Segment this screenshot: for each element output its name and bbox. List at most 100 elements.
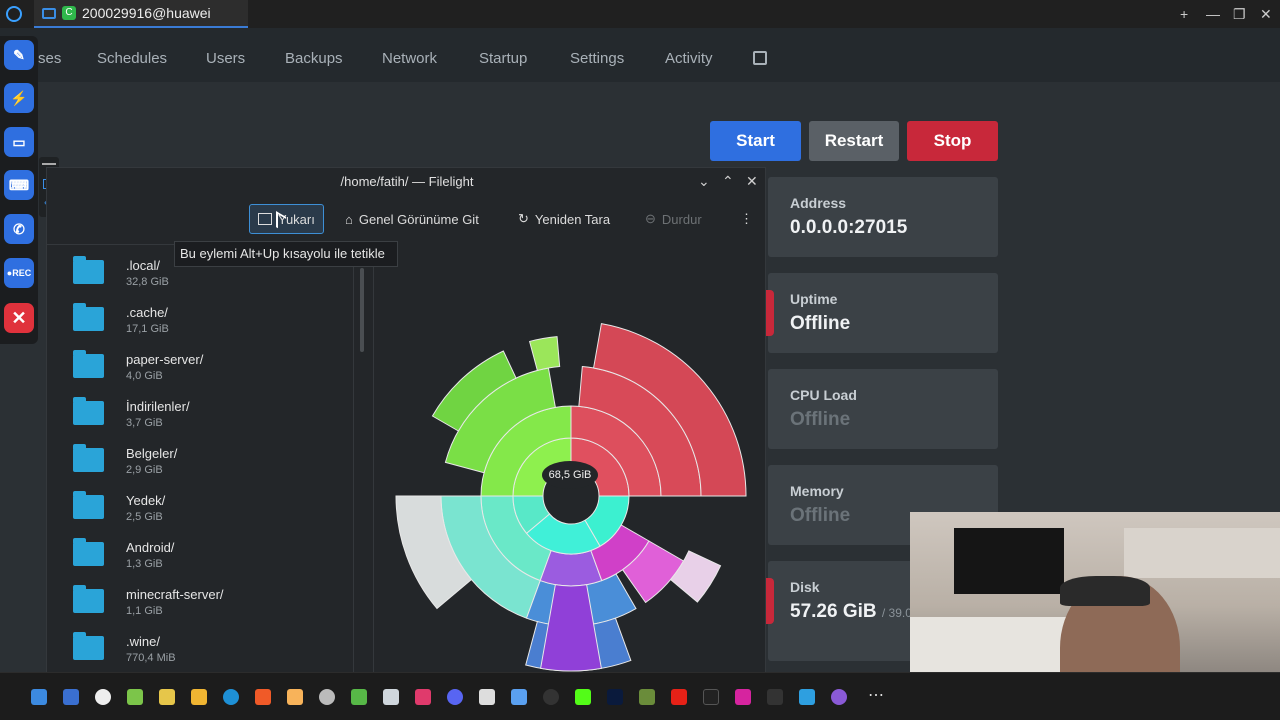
- memory-value: Offline: [790, 505, 851, 526]
- more-menu-icon[interactable]: ⋮: [732, 204, 761, 234]
- calculator-icon[interactable]: [159, 689, 175, 705]
- brave-icon[interactable]: [255, 689, 271, 705]
- file-explorer-icon[interactable]: [191, 689, 207, 705]
- close-window-icon[interactable]: ✕: [746, 173, 758, 190]
- lightning-icon[interactable]: ⚡: [4, 83, 34, 113]
- new-tab-button[interactable]: +: [1180, 6, 1188, 22]
- epic-games-icon[interactable]: [767, 689, 783, 705]
- app-icon-26[interactable]: [831, 689, 847, 705]
- folder-name: Yedek/: [126, 493, 166, 508]
- start-button[interactable]: Start: [710, 121, 801, 161]
- up-button[interactable]: Yukarı: [249, 204, 324, 234]
- stop-scan-label: Durdur: [661, 211, 702, 227]
- filelight-title: /home/fatih/ — Filelight: [340, 174, 474, 189]
- folder-size: 3,7 GiB: [126, 417, 163, 429]
- external-link-icon[interactable]: [753, 51, 767, 65]
- rescan-button[interactable]: ↻ Yeniden Tara: [510, 204, 618, 234]
- keyboard-icon[interactable]: ⌨: [4, 170, 34, 200]
- folder-row[interactable]: .wine/770,4 MiB: [46, 627, 353, 674]
- nav-item-network[interactable]: Network: [382, 50, 437, 67]
- window-tab[interactable]: C 200029916@huawei: [34, 0, 248, 28]
- folder-icon: [73, 632, 104, 660]
- app-icon-2[interactable]: [95, 689, 111, 705]
- refresh-icon: C: [62, 6, 76, 20]
- drag-handle-icon[interactable]: [42, 163, 56, 165]
- overview-button-label: Genel Görünüme Git: [358, 211, 479, 227]
- overview-button[interactable]: ⌂ Genel Görünüme Git: [337, 204, 487, 234]
- folder-name: .local/: [126, 258, 160, 273]
- remote-app-icon[interactable]: [799, 689, 815, 705]
- folder-size: 32,8 GiB: [126, 276, 169, 288]
- app-icon-10[interactable]: [319, 689, 335, 705]
- folder-size: 770,4 MiB: [126, 652, 176, 664]
- sunburst-segment[interactable]: [528, 336, 561, 372]
- disk-label: Disk: [790, 579, 820, 595]
- webcam-cap: [1060, 576, 1150, 606]
- folder-size: 2,5 GiB: [126, 511, 163, 523]
- more-apps-icon[interactable]: ⋯: [868, 685, 884, 705]
- kick-icon[interactable]: [575, 689, 591, 705]
- taskbar: ⋯: [0, 672, 1280, 720]
- nav-item-backups[interactable]: Backups: [285, 50, 343, 67]
- refresh-icon: ↻: [518, 211, 529, 226]
- cpu-card: CPU Load Offline: [768, 369, 998, 449]
- disk-total: / 39.0: [881, 606, 912, 620]
- restart-button[interactable]: Restart: [809, 121, 899, 161]
- app-icon-9[interactable]: [287, 689, 303, 705]
- folder-size: 1,1 GiB: [126, 605, 163, 617]
- photoshop-icon[interactable]: [607, 689, 623, 705]
- app-icon-15[interactable]: [479, 689, 495, 705]
- nav-item-startup[interactable]: Startup: [479, 50, 527, 67]
- folder-row[interactable]: paper-server/4,0 GiB: [46, 345, 353, 392]
- list-scrollbar[interactable]: [360, 268, 364, 352]
- folder-row[interactable]: Yedek/2,5 GiB: [46, 486, 353, 533]
- folder-up-icon: [258, 213, 272, 225]
- folder-row[interactable]: Android/1,3 GiB: [46, 533, 353, 580]
- edge-icon[interactable]: [223, 689, 239, 705]
- chat-icon[interactable]: ✆: [4, 214, 34, 244]
- app-icon[interactable]: [6, 6, 22, 22]
- folder-icon: [73, 444, 104, 472]
- minecraft-icon[interactable]: [351, 689, 367, 705]
- close-button[interactable]: ✕: [1260, 6, 1272, 23]
- youtube-icon[interactable]: [671, 689, 687, 705]
- uptime-label: Uptime: [790, 291, 838, 307]
- folder-row[interactable]: .cache/17,1 GiB: [46, 298, 353, 345]
- folder-row[interactable]: Belgeler/2,9 GiB: [46, 439, 353, 486]
- gemini-icon[interactable]: [511, 689, 527, 705]
- app-icon-13[interactable]: [415, 689, 431, 705]
- folder-row[interactable]: İndirilenler/3,7 GiB: [46, 392, 353, 439]
- panel-nav: ses Schedules Users Backups Network Star…: [0, 28, 1280, 82]
- monitor-dock-icon[interactable]: ▭: [4, 127, 34, 157]
- record-icon[interactable]: ●REC: [4, 258, 34, 288]
- nav-item-processes[interactable]: ses: [38, 50, 61, 67]
- windows-start-icon[interactable]: [31, 689, 47, 705]
- nav-item-users[interactable]: Users: [206, 50, 245, 67]
- tooltip: Bu eylemi Alt+Up kısayolu ile tetikle: [174, 241, 398, 267]
- folder-icon: [73, 397, 104, 425]
- stop-scan-button[interactable]: ⊖ Durdur: [637, 204, 710, 234]
- app-icon-17[interactable]: [543, 689, 559, 705]
- chevron-down-icon[interactable]: ⌄: [698, 173, 710, 190]
- app-icon-20[interactable]: [639, 689, 655, 705]
- stop-button[interactable]: Stop: [907, 121, 998, 161]
- restore-button[interactable]: ❐: [1233, 6, 1246, 23]
- app-icon-3[interactable]: [127, 689, 143, 705]
- folder-size: 4,0 GiB: [126, 370, 163, 382]
- nav-item-schedules[interactable]: Schedules: [97, 50, 167, 67]
- minimize-button[interactable]: —: [1206, 6, 1220, 22]
- close-dock-icon[interactable]: ✕: [4, 303, 34, 333]
- folder-icon: [73, 491, 104, 519]
- discord-icon[interactable]: [447, 689, 463, 705]
- steam-icon[interactable]: [383, 689, 399, 705]
- folder-row[interactable]: minecraft-server/1,1 GiB: [46, 580, 353, 627]
- app-icon-1[interactable]: [63, 689, 79, 705]
- disk-used: 57.26 GiB: [790, 601, 877, 622]
- pin-icon[interactable]: ✎: [4, 40, 34, 70]
- pane-divider[interactable]: [373, 244, 374, 674]
- nav-item-activity[interactable]: Activity: [665, 50, 713, 67]
- chevron-up-icon[interactable]: ⌃: [722, 173, 734, 190]
- instagram-icon[interactable]: [735, 689, 751, 705]
- tiktok-icon[interactable]: [703, 689, 719, 705]
- nav-item-settings[interactable]: Settings: [570, 50, 624, 67]
